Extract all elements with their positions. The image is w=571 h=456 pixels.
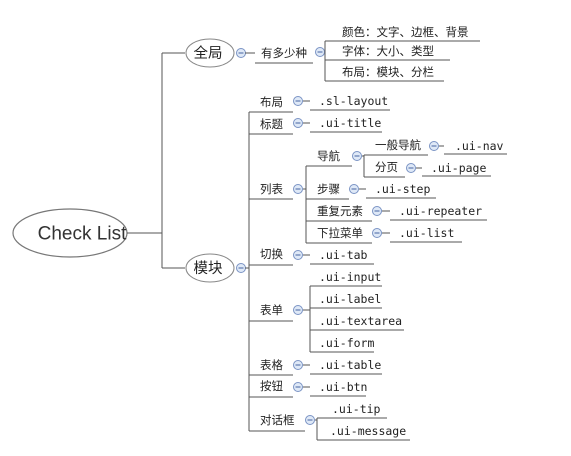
module-item-layout[interactable]: 布局 bbox=[260, 95, 283, 109]
global-item-color[interactable]: 颜色：文字、边框、背景 bbox=[342, 25, 469, 39]
dropdown-code[interactable]: .ui-list bbox=[399, 226, 454, 240]
dialog-code-message[interactable]: .ui-message bbox=[330, 424, 406, 438]
list-item-dropdown[interactable]: 下拉菜单 bbox=[317, 226, 363, 240]
nav-collapse-icon[interactable] bbox=[352, 151, 362, 161]
dropdown-collapse-icon[interactable] bbox=[372, 228, 382, 238]
mind-map: Check List 全局 有多少种 颜色：文字、边框、背景 字体：大小、类型 … bbox=[12, 25, 507, 441]
form-code-input[interactable]: .ui-input bbox=[319, 270, 381, 284]
global-label: 全局 bbox=[194, 44, 223, 62]
form-code-textarea[interactable]: .ui-textarea bbox=[319, 314, 402, 328]
module-collapse-icon[interactable] bbox=[236, 263, 246, 273]
step-collapse-icon[interactable] bbox=[349, 184, 359, 194]
list-collapse-icon[interactable] bbox=[293, 184, 303, 194]
nav-item-page[interactable]: 分页 bbox=[375, 160, 398, 174]
module-item-form[interactable]: 表单 bbox=[260, 303, 283, 317]
repeater-collapse-icon[interactable] bbox=[372, 206, 382, 216]
module-item-dialog[interactable]: 对话框 bbox=[260, 413, 295, 427]
module-item-table[interactable]: 表格 bbox=[260, 358, 283, 372]
table-collapse-icon[interactable] bbox=[293, 360, 303, 370]
module-node[interactable]: 模块 bbox=[185, 253, 235, 283]
module-item-tab[interactable]: 切换 bbox=[260, 247, 283, 261]
step-code[interactable]: .ui-step bbox=[375, 182, 430, 196]
form-code-label[interactable]: .ui-label bbox=[319, 292, 381, 306]
global-item-font[interactable]: 字体：大小、类型 bbox=[342, 44, 434, 58]
general-nav-code[interactable]: .ui-nav bbox=[455, 139, 504, 153]
button-collapse-icon[interactable] bbox=[293, 382, 303, 392]
form-collapse-icon[interactable] bbox=[293, 305, 303, 315]
page-collapse-icon[interactable] bbox=[406, 163, 416, 173]
dialog-collapse-icon[interactable] bbox=[305, 415, 315, 425]
nav-item-general[interactable]: 一般导航 bbox=[375, 138, 421, 152]
root-label: Check List bbox=[38, 224, 127, 245]
module-item-list[interactable]: 列表 bbox=[260, 182, 283, 196]
title-code[interactable]: .ui-title bbox=[319, 116, 381, 130]
list-item-nav[interactable]: 导航 bbox=[317, 149, 340, 163]
button-code[interactable]: .ui-btn bbox=[319, 380, 367, 394]
table-code[interactable]: .ui-table bbox=[319, 358, 381, 372]
root-node[interactable]: Check List bbox=[12, 208, 128, 258]
module-label: 模块 bbox=[194, 260, 223, 277]
tab-collapse-icon[interactable] bbox=[293, 250, 303, 260]
module-item-button[interactable]: 按钮 bbox=[260, 379, 283, 393]
tab-code[interactable]: .ui-tab bbox=[319, 248, 368, 262]
page-code[interactable]: .ui-page bbox=[431, 161, 486, 175]
list-item-step[interactable]: 步骤 bbox=[317, 182, 340, 196]
global-sub-collapse-icon[interactable] bbox=[315, 47, 325, 57]
list-item-repeater[interactable]: 重复元素 bbox=[317, 204, 363, 218]
general-nav-collapse-icon[interactable] bbox=[429, 141, 439, 151]
form-code-form[interactable]: .ui-form bbox=[319, 336, 374, 350]
layout-code[interactable]: .sl-layout bbox=[319, 94, 388, 108]
global-sub-label[interactable]: 有多少种 bbox=[261, 46, 307, 60]
layout-collapse-icon[interactable] bbox=[293, 96, 303, 106]
global-collapse-icon[interactable] bbox=[236, 48, 246, 58]
global-node[interactable]: 全局 bbox=[185, 38, 235, 68]
dialog-code-tip[interactable]: .ui-tip bbox=[332, 402, 381, 416]
global-item-layout[interactable]: 布局：模块、分栏 bbox=[342, 65, 434, 79]
root-connectors bbox=[127, 52, 185, 269]
module-item-title[interactable]: 标题 bbox=[260, 117, 283, 131]
title-collapse-icon[interactable] bbox=[293, 118, 303, 128]
repeater-code[interactable]: .ui-repeater bbox=[399, 204, 482, 218]
